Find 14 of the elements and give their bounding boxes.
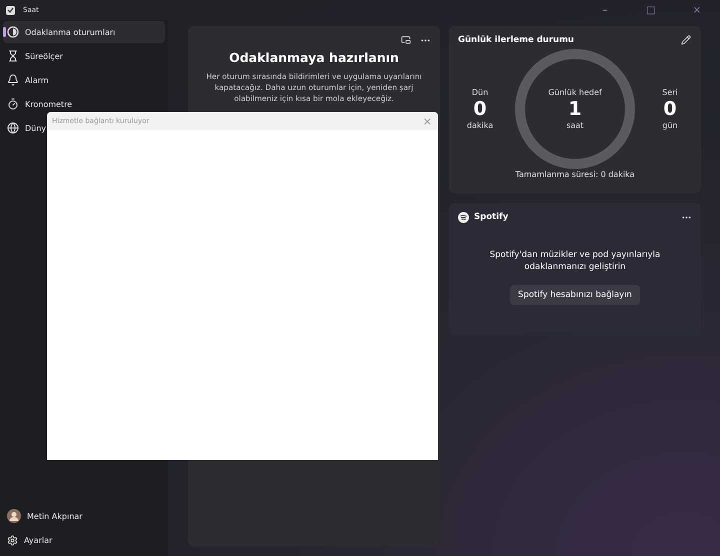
- stat-unit: gün: [662, 121, 678, 130]
- stat-label: Seri: [662, 88, 678, 97]
- stat-unit: dakika: [466, 121, 494, 130]
- stat-value: 0: [663, 97, 677, 121]
- stat-value: 1: [568, 97, 582, 121]
- stat-unit: saat: [566, 121, 584, 130]
- completion-text: Tamamlanma süresi: 0 dakika: [515, 170, 635, 179]
- spotify-description: Spotify'dan müzikler ve pod yayınlarıyla odaklanmanızı geliştirin: [488, 249, 662, 273]
- card-title: Günlük ilerleme durumu: [458, 35, 574, 45]
- card-title: Spotify: [474, 212, 508, 222]
- stat-label: Dün: [472, 88, 488, 97]
- stat-label: Günlük hedef: [548, 88, 602, 97]
- stat-value: 0: [473, 97, 487, 121]
- focus-title: Odaklanmaya hazırlanın: [229, 50, 399, 65]
